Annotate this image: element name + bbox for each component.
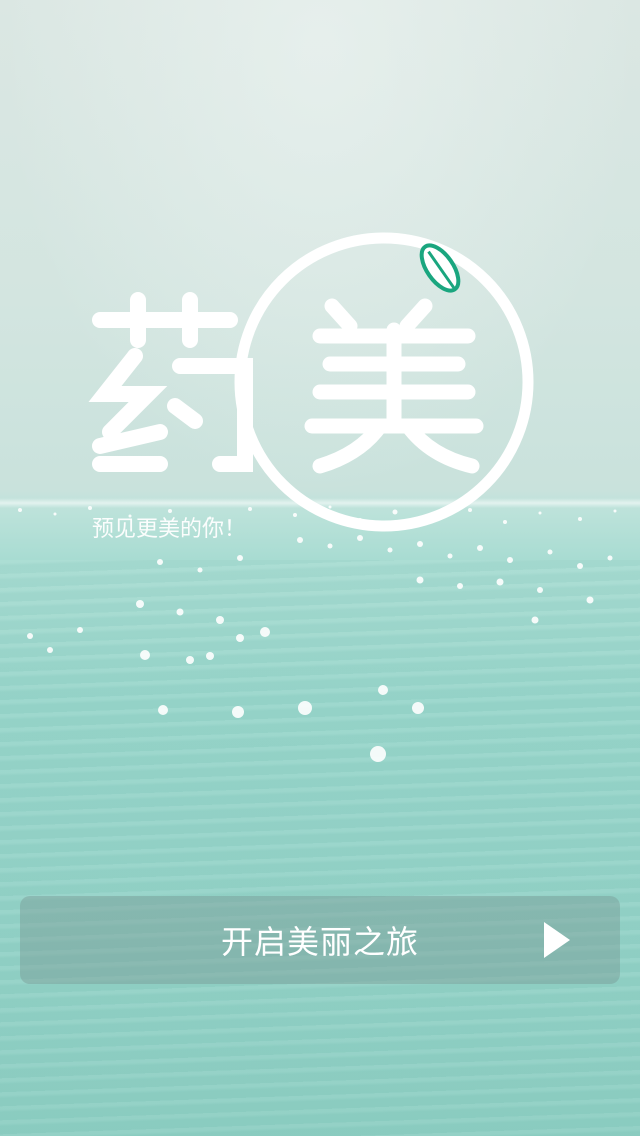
start-journey-button[interactable]: 开启美丽之旅 bbox=[20, 896, 620, 984]
logo-char-yao bbox=[88, 292, 253, 472]
app-logo bbox=[88, 232, 534, 532]
play-icon bbox=[544, 922, 570, 958]
logo-circle bbox=[234, 232, 534, 532]
tagline: 预见更美的你！ bbox=[92, 517, 247, 542]
start-journey-label: 开启美丽之旅 bbox=[220, 923, 419, 961]
splash-screen: 预见更美的你！ 开启美丽之旅 bbox=[0, 0, 640, 1136]
logo-char-mei bbox=[304, 298, 484, 474]
leaf-icon bbox=[419, 243, 461, 293]
